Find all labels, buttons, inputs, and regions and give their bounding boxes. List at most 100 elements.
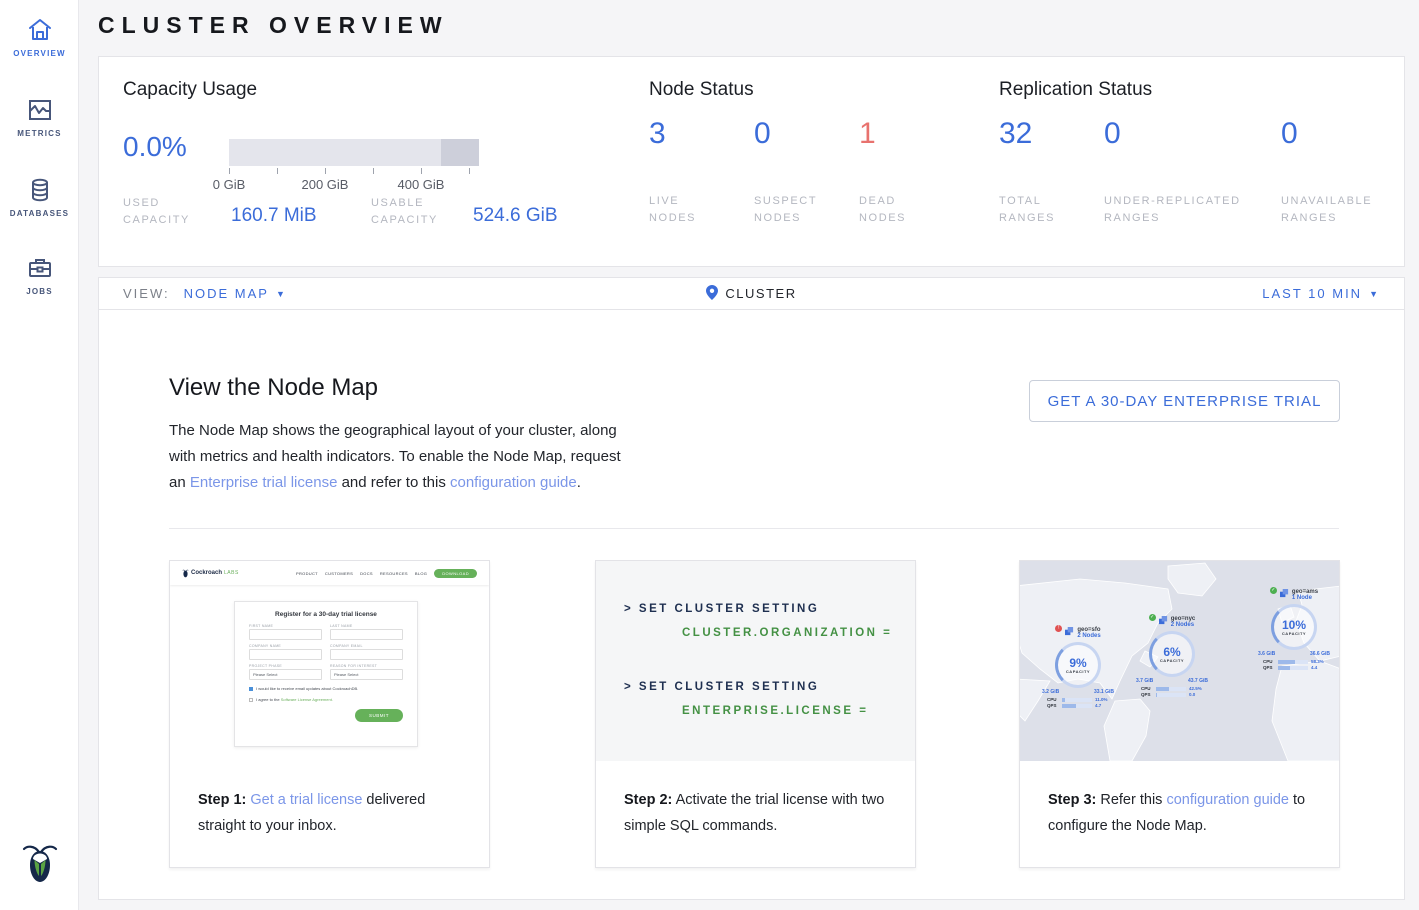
mini-input — [249, 629, 322, 640]
cpu-label: CPU — [1263, 659, 1275, 664]
configuration-guide-link[interactable]: configuration guide — [450, 474, 577, 491]
qps-bar — [1278, 666, 1308, 670]
step2-caption: Step 2: Activate the trial license with … — [596, 761, 915, 839]
mini-nav-item: DOCS — [360, 571, 373, 576]
sidebar-item-overview[interactable]: OVERVIEW — [0, 16, 79, 58]
axis-tick-label: 200 GiB — [295, 177, 355, 192]
get-trial-license-link[interactable]: Get a trial license — [250, 792, 362, 808]
chevron-down-icon: ▼ — [1369, 289, 1380, 299]
description-text: . — [577, 474, 581, 491]
cpu-label: CPU — [1141, 686, 1153, 691]
mini-logo-suffix: LABS — [224, 570, 239, 576]
get-enterprise-trial-button[interactable]: GET A 30-DAY ENTERPRISE TRIAL — [1029, 380, 1340, 422]
mini-site-header: Cockroach LABS PRODUCT CUSTOMERS DOCS RE… — [170, 561, 489, 585]
cpu-value: 58.3% — [1311, 659, 1325, 664]
sidebar-item-metrics[interactable]: METRICS — [0, 96, 79, 138]
nodes-cube-icon — [1280, 589, 1289, 598]
total-ranges-label: TOTAL RANGES — [999, 193, 1079, 227]
step-number: Step 3: — [1048, 792, 1096, 808]
sidebar-item-label: OVERVIEW — [0, 49, 79, 58]
sidebar-item-jobs[interactable]: JOBS — [0, 254, 79, 296]
suspect-nodes-value: 0 — [754, 117, 771, 151]
step-number: Step 2: — [624, 792, 672, 808]
replication-status-title: Replication Status — [999, 79, 1152, 101]
mini-nav-item: RESOURCES — [380, 571, 408, 576]
sql-setting-text: CLUSTER.ORGANIZATION = — [682, 627, 892, 639]
axis-tick — [325, 168, 326, 174]
unavailable-ranges-value: 0 — [1281, 117, 1298, 151]
axis-tick-label: 400 GiB — [391, 177, 451, 192]
briefcase-icon — [0, 254, 79, 282]
cpu-label: CPU — [1047, 697, 1059, 702]
step3-caption: Step 3: Refer this configuration guide t… — [1020, 761, 1339, 839]
cpu-bar — [1062, 698, 1092, 702]
mini-download-button: DOWNLOAD — [434, 569, 477, 578]
time-range-selector[interactable]: LAST 10 MIN ▼ — [1262, 278, 1380, 309]
sidebar-item-databases[interactable]: DATABASES — [0, 176, 79, 218]
sql-command-text: > SET CLUSTER SETTING — [624, 603, 819, 615]
home-icon — [0, 16, 79, 44]
capacity-total: 36.6 GiB — [1310, 651, 1330, 657]
capacity-percent: 6% — [1163, 646, 1180, 658]
qps-value: 0.0 — [1189, 692, 1203, 697]
capacity-percent: 10% — [1282, 619, 1306, 631]
step1-card: Cockroach LABS PRODUCT CUSTOMERS DOCS RE… — [169, 560, 490, 868]
map-pin-icon — [706, 285, 718, 303]
qps-label: QPS — [1141, 692, 1153, 697]
mini-logo-text: Cockroach — [191, 570, 222, 576]
capacity-ring: 6% CAPACITY — [1149, 631, 1195, 677]
used-capacity-label: USED CAPACITY — [123, 195, 209, 229]
nodes-cube-icon — [1159, 616, 1168, 625]
mini-checkbox-label: I agree to the — [256, 697, 281, 702]
under-replicated-ranges-value: 0 — [1104, 117, 1121, 151]
qps-label: QPS — [1047, 703, 1059, 708]
breadcrumb-cluster[interactable]: CLUSTER — [725, 286, 796, 301]
live-nodes-label: LIVE NODES — [649, 193, 719, 227]
mini-license-link: Software License Agreement. — [281, 697, 333, 702]
qps-value: 4.7 — [1095, 703, 1109, 708]
page-title: CLUSTER OVERVIEW — [98, 12, 449, 39]
mini-registration-form: Register for a 30-day trial license FIRS… — [234, 601, 418, 747]
mini-field-label: REASON FOR INTEREST — [330, 664, 403, 668]
nodes-cube-icon — [1065, 627, 1074, 636]
mini-field-label: COMPANY NAME — [249, 644, 322, 648]
mini-field-label: COMPANY EMAIL — [330, 644, 403, 648]
capacity-percent: 9% — [1069, 657, 1086, 669]
locality-widget-sfo: ! geo=sfo 2 Nodes 9% CAPACITY 3.2 GiB 33… — [1032, 627, 1124, 708]
mini-checkbox-label: I would like to receive email updates ab… — [256, 686, 358, 691]
mini-form-title: Register for a 30-day trial license — [249, 611, 403, 618]
mini-input — [249, 649, 322, 660]
qps-bar — [1156, 693, 1186, 697]
configuration-guide-link[interactable]: configuration guide — [1166, 792, 1289, 808]
capacity-bar-chart — [229, 139, 479, 166]
mini-field-label: FIRST NAME — [249, 624, 322, 628]
mini-nav-item: CUSTOMERS — [325, 571, 353, 576]
description-text: and refer to this — [337, 474, 450, 491]
sql-commands-illustration: > SET CLUSTER SETTING CLUSTER.ORGANIZATI… — [596, 561, 915, 761]
locality-node-count: 2 Nodes — [1171, 622, 1196, 628]
capacity-usage-title: Capacity Usage — [123, 79, 257, 101]
live-nodes-value: 3 — [649, 117, 666, 151]
check-icon: ✓ — [1270, 587, 1277, 594]
capacity-ring: 10% CAPACITY — [1271, 604, 1317, 650]
capacity-used: 3.7 GiB — [1136, 678, 1153, 684]
axis-tick — [277, 168, 278, 174]
capacity-total: 33.1 GiB — [1094, 689, 1114, 695]
cpu-value: 11.0% — [1095, 697, 1109, 702]
time-range-value: LAST 10 MIN — [1262, 286, 1362, 301]
caption-text: Refer this — [1096, 792, 1166, 808]
mini-submit-button: SUBMIT — [355, 709, 403, 722]
unavailable-ranges-label: UNAVAILABLE RANGES — [1281, 193, 1391, 227]
cockroach-labs-logo — [0, 841, 79, 892]
cpu-bar — [1278, 660, 1308, 664]
capacity-label: CAPACITY — [1282, 631, 1306, 636]
enterprise-trial-license-link[interactable]: Enterprise trial license — [190, 474, 338, 491]
step-number: Step 1: — [198, 792, 246, 808]
capacity-used: 3.6 GiB — [1258, 651, 1275, 657]
divider — [169, 528, 1339, 529]
locality-widget-ams: ✓ geo=ams 1 Node 10% CAPACITY 3.6 GiB 36… — [1248, 589, 1339, 670]
node-map-promo-panel: View the Node Map The Node Map shows the… — [98, 310, 1405, 900]
mini-field-label: PROJECT PHASE — [249, 664, 322, 668]
qps-value: 4.4 — [1311, 665, 1325, 670]
mini-cockroach-logo: Cockroach LABS — [182, 569, 239, 578]
